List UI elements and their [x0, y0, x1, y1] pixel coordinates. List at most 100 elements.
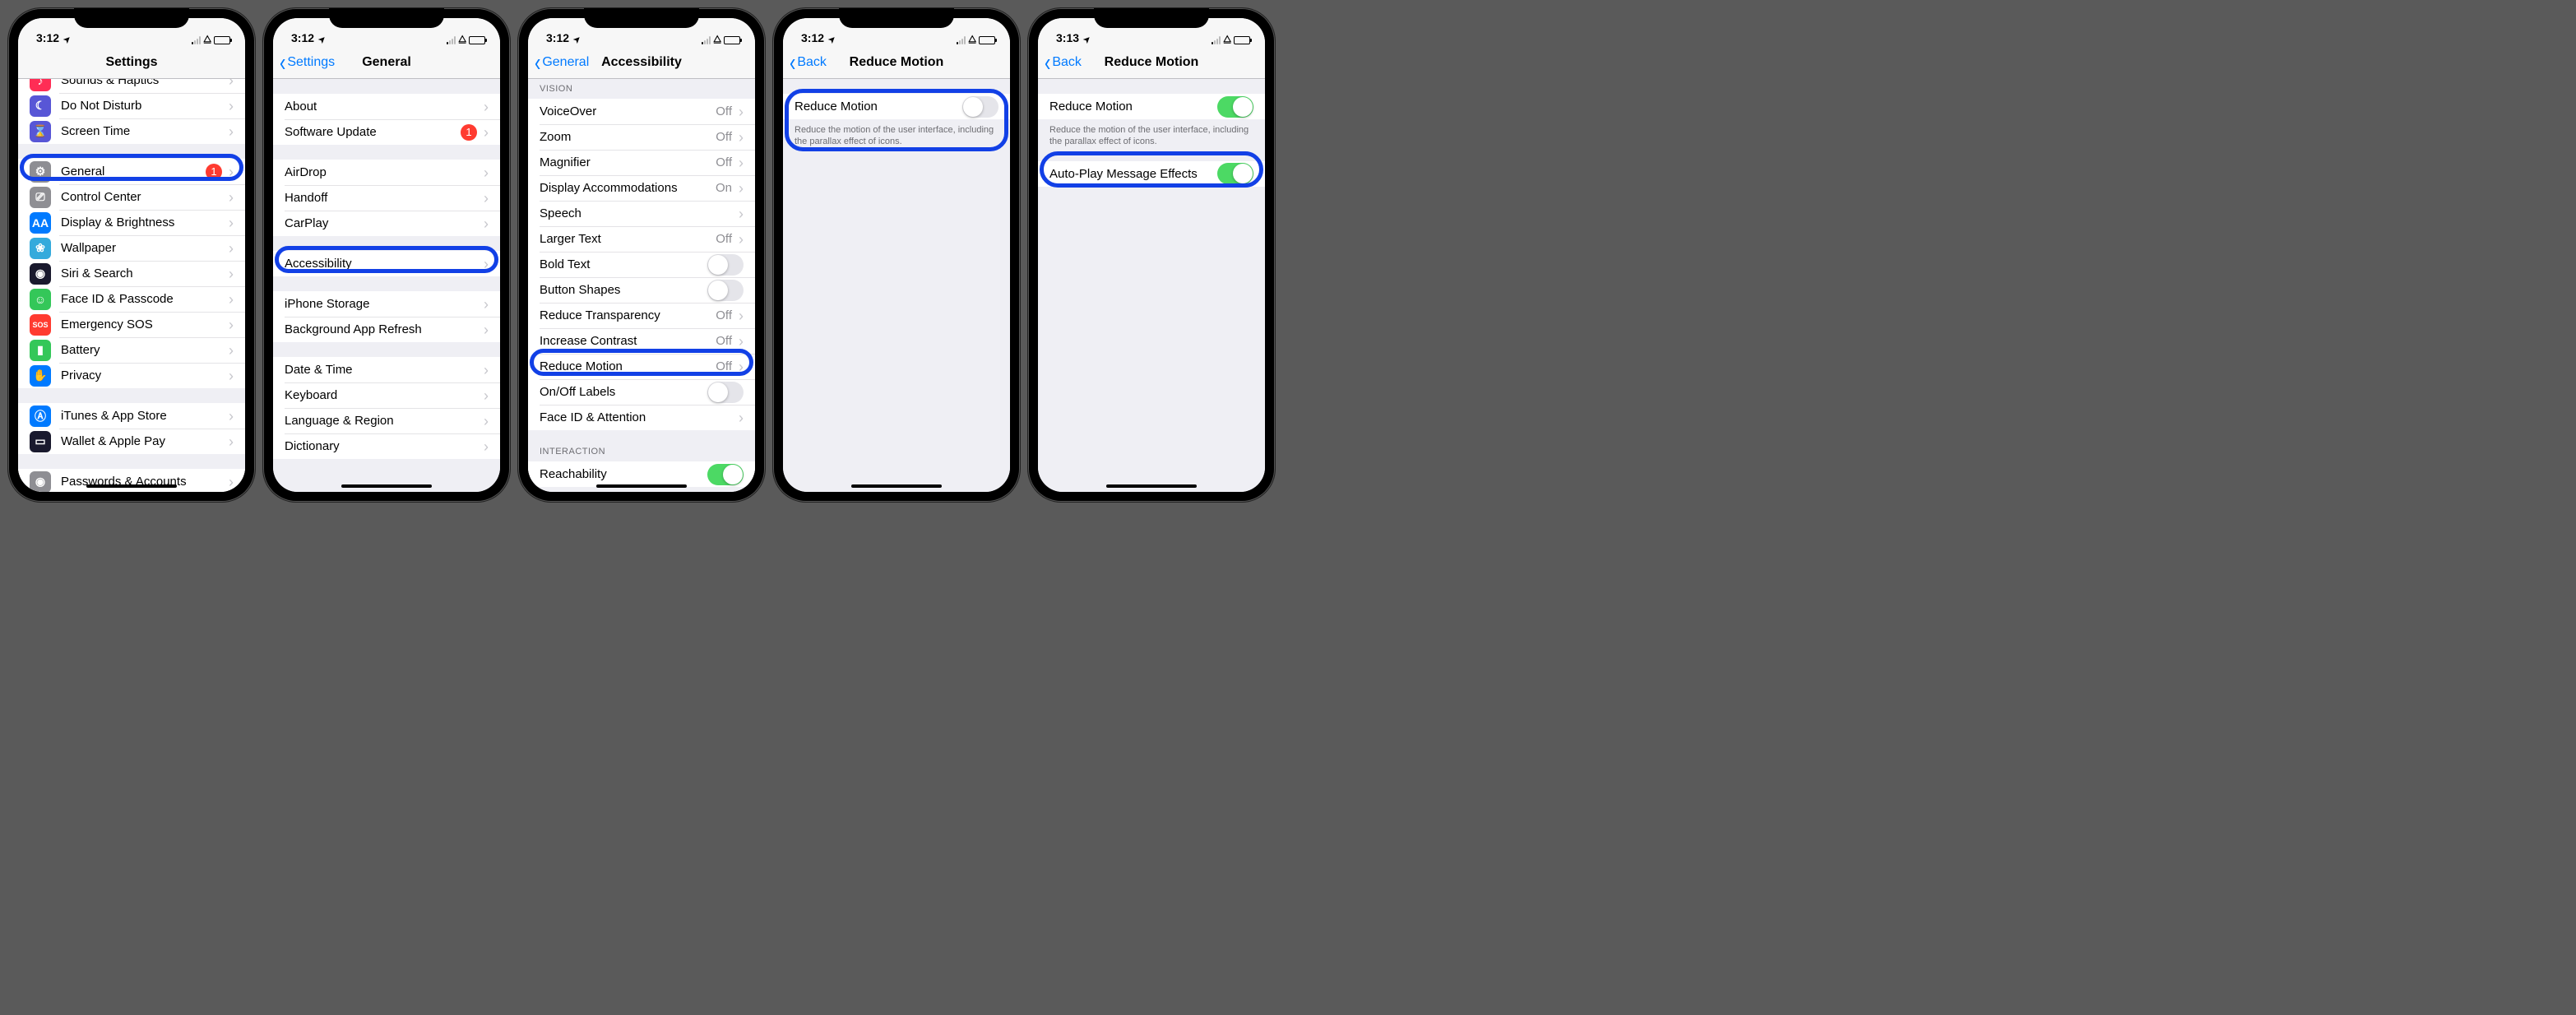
switch[interactable]	[707, 382, 744, 403]
list-item[interactable]: ⎚Control Center›	[18, 184, 245, 210]
home-indicator[interactable]	[341, 484, 432, 488]
list-item[interactable]: CarPlay›	[273, 211, 500, 236]
list-item[interactable]: Reachability	[528, 461, 755, 487]
nav-bar: Settings	[18, 46, 245, 79]
nav-back-button[interactable]: ‹ Back	[790, 53, 827, 72]
passwords-accounts-icon: ◉	[30, 471, 51, 493]
cell-label: Display Accommodations	[540, 181, 716, 195]
list-item[interactable]: Keyboard›	[273, 382, 500, 408]
list-item[interactable]: ⒶiTunes & App Store›	[18, 403, 245, 429]
sounds-haptics-icon: ♪	[30, 79, 51, 91]
list-item[interactable]: Face ID & Attention›	[528, 405, 755, 430]
nav-back-label: General	[542, 55, 589, 70]
cell-value: Off	[716, 334, 732, 348]
reduce-motion-row[interactable]: Reduce Motion	[783, 94, 1010, 119]
reduce-motion-switch[interactable]	[1217, 96, 1253, 118]
list-item[interactable]: Background App Refresh›	[273, 317, 500, 342]
nav-back-button[interactable]: ‹ Back	[1045, 53, 1082, 72]
cell-label: Wallet & Apple Pay	[61, 434, 227, 448]
reduce-motion-row[interactable]: Reduce Motion	[1038, 94, 1265, 119]
signal-icon	[192, 36, 201, 44]
chevron-right-icon: ›	[484, 439, 489, 454]
chevron-right-icon: ›	[484, 363, 489, 378]
list-item[interactable]: ◉Passwords & Accounts›	[18, 469, 245, 492]
list-item[interactable]: AADisplay & Brightness›	[18, 210, 245, 235]
nav-back-button[interactable]: ‹ Settings	[280, 53, 335, 72]
cell-label: Siri & Search	[61, 266, 227, 280]
cell-label: Increase Contrast	[540, 334, 716, 348]
badge: 1	[461, 124, 477, 141]
cell-label: On/Off Labels	[540, 385, 707, 399]
list-item[interactable]: ⚙General1›	[18, 159, 245, 184]
switch[interactable]	[707, 464, 744, 485]
list-item[interactable]: Reduce TransparencyOff›	[528, 303, 755, 328]
page-title: Reduce Motion	[1105, 55, 1199, 70]
switch[interactable]	[707, 254, 744, 276]
list-item[interactable]: Display AccommodationsOn›	[528, 175, 755, 201]
list-item[interactable]: On/Off Labels	[528, 379, 755, 405]
autoplay-switch[interactable]	[1217, 163, 1253, 184]
chevron-right-icon: ›	[484, 165, 489, 180]
list-item[interactable]: Date & Time›	[273, 357, 500, 382]
list-item[interactable]: Button Shapes	[528, 277, 755, 303]
list-item[interactable]: AirDrop›	[273, 160, 500, 185]
chevron-right-icon: ›	[484, 388, 489, 403]
list-item[interactable]: ⌛Screen Time›	[18, 118, 245, 144]
switch[interactable]	[707, 280, 744, 301]
list-item[interactable]: ZoomOff›	[528, 124, 755, 150]
list-item[interactable]: About›	[273, 94, 500, 119]
chevron-left-icon: ‹	[535, 49, 540, 75]
home-indicator[interactable]	[851, 484, 942, 488]
chevron-right-icon: ›	[739, 104, 744, 119]
list-item[interactable]: Speech›	[528, 201, 755, 226]
chevron-right-icon: ›	[484, 125, 489, 140]
list-item[interactable]: VoiceOverOff›	[528, 99, 755, 124]
section-header-vision: VISION	[528, 79, 755, 99]
nav-back-button[interactable]: ‹ General	[535, 53, 589, 72]
list-item[interactable]: Language & Region›	[273, 408, 500, 433]
list-item[interactable]: Handoff›	[273, 185, 500, 211]
wifi-icon: ⧋	[458, 35, 466, 44]
page-title: Accessibility	[601, 55, 682, 70]
cell-label: Emergency SOS	[61, 317, 227, 331]
list-item[interactable]: ✋Privacy›	[18, 363, 245, 388]
chevron-right-icon: ›	[739, 181, 744, 196]
cell-label: Face ID & Passcode	[61, 292, 227, 306]
list-item[interactable]: ☺Face ID & Passcode›	[18, 286, 245, 312]
cell-label: Battery	[61, 343, 227, 357]
list-item[interactable]: Accessibility›	[273, 251, 500, 276]
autoplay-message-effects-row[interactable]: Auto-Play Message Effects	[1038, 161, 1265, 187]
cell-label: AirDrop	[285, 165, 482, 179]
phone-2: 3:12 ➤ ⧋ ‹ Settings General About›Softwa…	[263, 8, 510, 502]
list-item[interactable]: ▮Battery›	[18, 337, 245, 363]
location-icon: ➤	[62, 35, 73, 46]
list-item[interactable]: iPhone Storage›	[273, 291, 500, 317]
home-indicator[interactable]	[1106, 484, 1197, 488]
list-item[interactable]: Larger TextOff›	[528, 226, 755, 252]
face-id-passcode-icon: ☺	[30, 289, 51, 310]
list-item[interactable]: ☾Do Not Disturb›	[18, 93, 245, 118]
home-indicator[interactable]	[596, 484, 687, 488]
list-item[interactable]: ❀Wallpaper›	[18, 235, 245, 261]
list-item[interactable]: ▭Wallet & Apple Pay›	[18, 429, 245, 454]
chevron-right-icon: ›	[229, 368, 234, 383]
chevron-right-icon: ›	[739, 232, 744, 247]
reduce-motion-switch[interactable]	[962, 96, 998, 118]
status-time: 3:12	[801, 31, 824, 44]
list-item[interactable]: Increase ContrastOff›	[528, 328, 755, 354]
list-item[interactable]: SOSEmergency SOS›	[18, 312, 245, 337]
home-indicator[interactable]	[86, 484, 177, 488]
list-item[interactable]: ◉Siri & Search›	[18, 261, 245, 286]
status-time: 3:13	[1056, 31, 1079, 44]
list-item[interactable]: Dictionary›	[273, 433, 500, 459]
list-item[interactable]: Reduce MotionOff›	[528, 354, 755, 379]
list-item[interactable]: ♪Sounds & Haptics›	[18, 79, 245, 93]
chevron-right-icon: ›	[739, 359, 744, 374]
chevron-right-icon: ›	[229, 434, 234, 449]
list-item[interactable]: MagnifierOff›	[528, 150, 755, 175]
cell-label: Display & Brightness	[61, 216, 227, 229]
cell-label: About	[285, 100, 482, 114]
list-item[interactable]: Bold Text	[528, 252, 755, 277]
list-item[interactable]: Software Update1›	[273, 119, 500, 145]
nav-bar: ‹ Back Reduce Motion	[783, 46, 1010, 79]
